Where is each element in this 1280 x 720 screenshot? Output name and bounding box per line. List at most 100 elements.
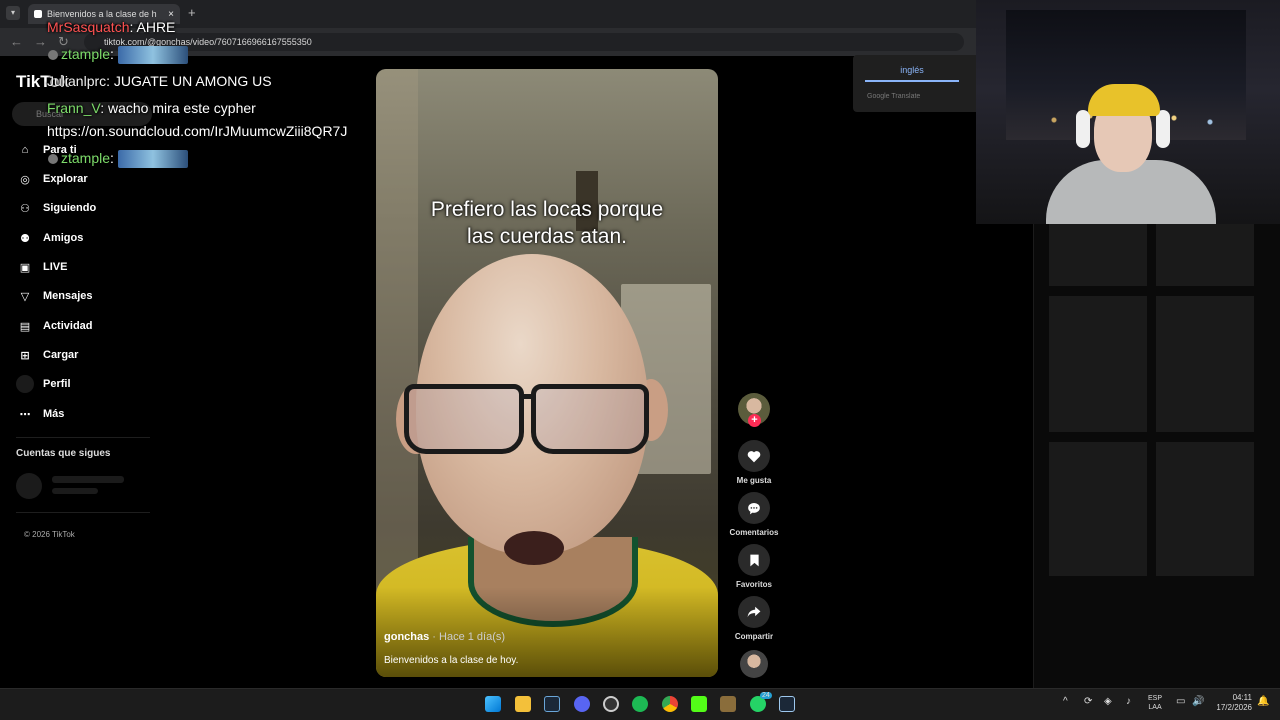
chat-emote-icon [117, 46, 188, 65]
chat-username: MrSasquatch [47, 19, 130, 35]
volume-icon[interactable]: 🔊 [1192, 696, 1204, 707]
copyright: © 2026 TikTok [24, 530, 75, 539]
placeholder-tile [1156, 442, 1254, 576]
sidebar-item-label: Siguiendo [43, 202, 97, 214]
translate-language-tab[interactable]: inglés [865, 65, 959, 82]
translate-brand: Google Translate [867, 93, 921, 100]
bookmark-icon [749, 554, 759, 566]
following-accounts-title: Cuentas que sigues [16, 448, 111, 459]
minecraft-icon[interactable] [720, 696, 736, 712]
sidebar-item-siguiendo[interactable]: ⚇ Siguiendo [16, 199, 96, 217]
clock-time: 04:11 [1232, 693, 1252, 702]
back-arrow-icon[interactable]: ← [10, 34, 23, 49]
chat-text: : [110, 46, 114, 62]
discord-icon[interactable] [574, 696, 590, 712]
defender-icon[interactable]: ◈ [1104, 696, 1112, 707]
clock-date: 17/2/2026 [1216, 703, 1252, 712]
post-time: · Hace 1 día(s) [429, 631, 506, 643]
chat-message: https://on.soundcloud.com/IrJMuumcwZiii8… [47, 123, 347, 139]
chat-username: ztample [61, 46, 111, 62]
video-person-mouth [504, 531, 564, 565]
address-bar[interactable]: tiktok.com/@gonchas/video/76071669661675… [84, 33, 964, 51]
profile-icon [16, 375, 34, 393]
live-icon: ▣ [19, 261, 31, 274]
sidebar-item-mensajes[interactable]: ▽ Mensajes [16, 287, 93, 305]
sidebar-item-amigos[interactable]: ⚉ Amigos [16, 229, 83, 247]
video-caption: Prefiero las locas porque las cuerdas at… [376, 196, 718, 250]
headphones-icon [1076, 110, 1090, 148]
like-button[interactable] [738, 440, 770, 472]
followed-account-name-placeholder [52, 476, 124, 483]
translate-popup: inglés Google Translate [853, 55, 976, 112]
chat-text: : AHRE [129, 19, 176, 35]
sidebar-item-label: Mensajes [43, 290, 93, 302]
notifications-bell-icon[interactable]: 🔔 [1257, 696, 1269, 707]
comments-label: Comentarios [729, 528, 779, 537]
file-explorer-icon[interactable] [515, 696, 531, 712]
webcam-overlay [976, 0, 1280, 224]
spotify-icon[interactable] [632, 696, 648, 712]
sidebar-item-explorar[interactable]: ◎ Explorar [16, 170, 87, 188]
chat-badge-icon [48, 50, 58, 61]
tiktok-favicon-icon [34, 10, 42, 18]
more-icon: ⋯ [19, 408, 31, 421]
windows-start-icon[interactable] [485, 696, 501, 712]
chrome-icon[interactable] [662, 696, 678, 712]
comments-button[interactable] [738, 492, 770, 524]
video-person-glasses [404, 384, 524, 454]
keyboard-language[interactable]: ESP LAA [1148, 694, 1162, 712]
chat-message: ztample: [48, 150, 188, 169]
tab-search-button[interactable]: ▾ [6, 6, 20, 20]
followed-account-avatar[interactable] [16, 473, 42, 499]
sidebar-item-cargar[interactable]: ⊞ Cargar [16, 346, 78, 364]
sync-icon[interactable]: ⟳ [1084, 696, 1092, 707]
share-arrow-icon [747, 606, 761, 618]
tab-close-icon[interactable]: × [168, 9, 174, 20]
sound-avatar[interactable] [740, 650, 768, 678]
new-tab-button[interactable]: + [188, 5, 196, 20]
sidebar-divider [16, 437, 150, 438]
sidebar-item-perfil[interactable]: Perfil [16, 375, 71, 393]
followed-account-handle-placeholder [52, 488, 98, 494]
sidebar-item-live[interactable]: ▣ LIVE [16, 258, 68, 276]
chat-emote-icon [117, 150, 188, 169]
chat-text: : [110, 150, 114, 166]
obs-icon[interactable] [603, 696, 619, 712]
video-author[interactable]: gonchas · Hace 1 día(s) [384, 631, 505, 643]
sidebar-divider [16, 512, 150, 513]
tray-overflow-icon[interactable]: ^ [1063, 696, 1068, 707]
sidebar-item-label: Amigos [43, 232, 84, 244]
follow-plus-icon[interactable]: + [748, 414, 761, 427]
sidebar-item-actividad[interactable]: ▤ Actividad [16, 317, 93, 335]
whatsapp-badge: 24 [760, 692, 772, 699]
favorites-label: Favoritos [735, 580, 772, 589]
headphones-icon [1156, 110, 1170, 148]
chat-username: ztample [61, 150, 111, 166]
share-label: Compartir [734, 632, 774, 641]
sidebar-item-mas[interactable]: ⋯ Más [16, 405, 65, 423]
placeholder-tile [1049, 442, 1147, 576]
forward-arrow-icon[interactable]: → [34, 34, 47, 49]
right-panel [1033, 224, 1280, 688]
home-icon: ⌂ [21, 144, 29, 156]
network-icon[interactable]: ▭ [1176, 696, 1185, 707]
chat-message: ztample: [48, 46, 188, 65]
sidebar-item-label: Cargar [43, 349, 79, 361]
sidebar-item-label: LIVE [43, 261, 68, 273]
steam-app-icon[interactable] [779, 696, 795, 712]
placeholder-tile [1049, 224, 1147, 286]
share-button[interactable] [738, 596, 770, 628]
video-caption-line: Prefiero las locas porque [430, 198, 664, 221]
video-player[interactable]: Prefiero las locas porque las cuerdas at… [376, 69, 718, 677]
steam-icon[interactable] [544, 696, 560, 712]
chat-message: MrSasquatch: AHRE [47, 19, 175, 35]
microphone-icon[interactable]: ♪ [1126, 696, 1131, 707]
chat-text: : JUGATE UN AMONG US [106, 73, 272, 89]
like-label: Me gusta [736, 476, 772, 485]
placeholder-tile [1156, 224, 1254, 286]
author-name[interactable]: gonchas [384, 631, 429, 643]
favorites-button[interactable] [738, 544, 770, 576]
kick-icon[interactable] [691, 696, 707, 712]
system-clock[interactable]: 04:11 17/2/2026 [1212, 693, 1252, 713]
chat-message: Frann_V: wacho mira este cypher [47, 100, 256, 116]
